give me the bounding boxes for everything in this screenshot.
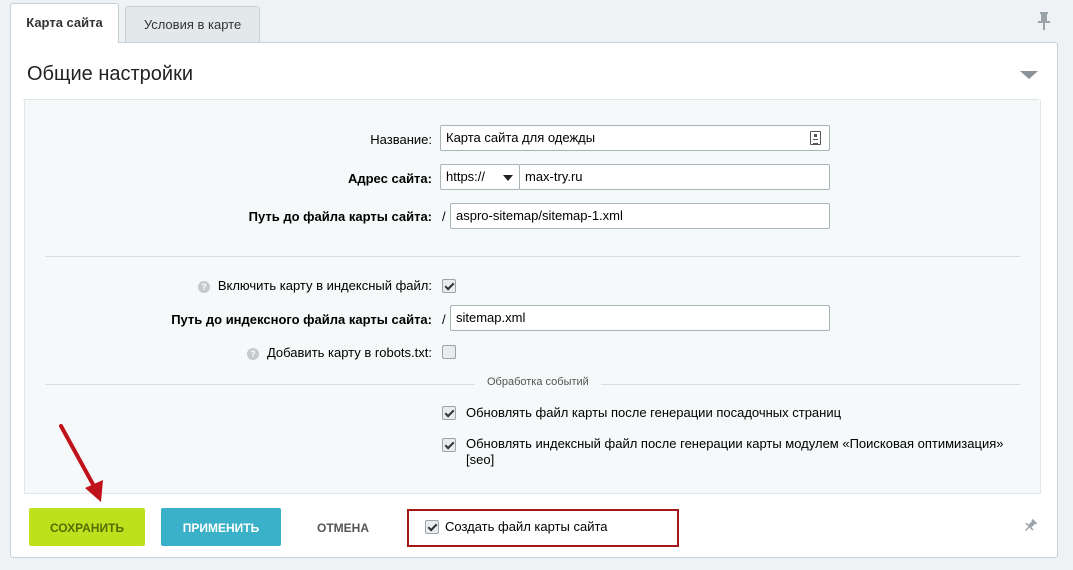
protocol-select[interactable]: https:// bbox=[440, 164, 520, 190]
update-after-landing-checkbox[interactable] bbox=[442, 406, 456, 420]
include-index-text: Включить карту в индексный файл: bbox=[217, 278, 432, 293]
pin-icon[interactable] bbox=[1023, 519, 1037, 533]
tab-map-conditions[interactable]: Условия в карте bbox=[125, 6, 260, 43]
collapse-arrow-icon[interactable] bbox=[1020, 71, 1038, 79]
section-title: Общие настройки bbox=[27, 63, 193, 85]
index-path-label: Путь до индексного файла карты сайта: bbox=[171, 312, 432, 327]
create-file-highlight: Создать файл карты сайта bbox=[407, 509, 679, 547]
tab-sitemap[interactable]: Карта сайта bbox=[10, 3, 119, 43]
robots-label: ? Добавить карту в robots.txt: bbox=[246, 345, 432, 360]
sitemap-path-label: Путь до файла карты сайта: bbox=[248, 209, 432, 224]
help-icon[interactable]: ? bbox=[246, 348, 259, 360]
translate-icon[interactable] bbox=[810, 131, 821, 145]
help-icon[interactable]: ? bbox=[197, 281, 210, 293]
update-index-label: Обновлять индексный файл после генерации… bbox=[466, 436, 1026, 468]
update-after-landing-label: Обновлять файл карты после генерации пос… bbox=[466, 405, 842, 420]
index-path-slash: / bbox=[442, 312, 446, 327]
settings-panel: Название: Карта сайта для одежды Адрес с… bbox=[24, 100, 1041, 494]
update-index-label-line2: [seo] bbox=[466, 452, 495, 467]
create-file-label: Создать файл карты сайта bbox=[445, 519, 608, 534]
index-path-input[interactable]: sitemap.xml bbox=[450, 305, 830, 331]
apply-button[interactable]: Применить bbox=[161, 508, 281, 546]
pin-icon[interactable] bbox=[1037, 12, 1051, 30]
path-slash: / bbox=[442, 209, 446, 224]
include-index-label: ? Включить карту в индексный файл: bbox=[197, 278, 432, 293]
chevron-down-icon bbox=[503, 175, 513, 181]
site-address-label: Адрес сайта: bbox=[347, 171, 432, 186]
tab-bar: Карта сайта Условия в карте bbox=[0, 0, 1073, 43]
divider bbox=[45, 256, 1020, 257]
create-file-checkbox[interactable] bbox=[425, 520, 439, 534]
update-index-checkbox[interactable] bbox=[442, 438, 456, 452]
update-index-label-line1: Обновлять индексный файл после генерации… bbox=[466, 436, 1004, 451]
sitemap-path-input[interactable]: aspro-sitemap/sitemap-1.xml bbox=[450, 203, 830, 229]
index-path-value: sitemap.xml bbox=[456, 310, 526, 325]
name-input-value: Карта сайта для одежды bbox=[446, 130, 596, 145]
domain-input-value: max-try.ru bbox=[525, 169, 583, 184]
include-index-checkbox[interactable] bbox=[442, 279, 456, 293]
robots-checkbox[interactable] bbox=[442, 345, 456, 359]
save-button[interactable]: Сохранить bbox=[29, 508, 145, 546]
domain-input[interactable]: max-try.ru bbox=[519, 164, 830, 190]
events-header: Обработка событий bbox=[475, 376, 601, 388]
sitemap-path-value: aspro-sitemap/sitemap-1.xml bbox=[456, 208, 623, 223]
robots-text: Добавить карту в robots.txt: bbox=[266, 345, 432, 360]
name-input[interactable]: Карта сайта для одежды bbox=[440, 125, 830, 151]
protocol-select-value: https:// bbox=[446, 169, 486, 184]
settings-card: Общие настройки Название: Карта сайта дл… bbox=[10, 42, 1058, 558]
cancel-button[interactable]: Отмена bbox=[307, 508, 379, 546]
name-label: Название: bbox=[370, 132, 432, 147]
